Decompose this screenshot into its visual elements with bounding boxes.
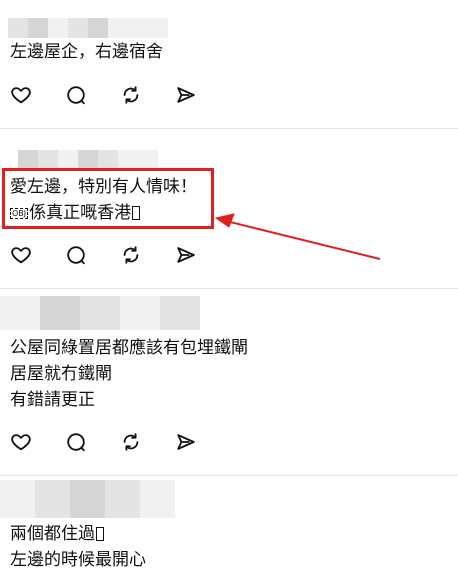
missing-glyph-box bbox=[96, 527, 104, 541]
send-icon[interactable] bbox=[174, 430, 198, 454]
repost-arrows-icon[interactable] bbox=[119, 243, 143, 267]
username-redacted bbox=[0, 480, 175, 518]
username-redacted bbox=[0, 296, 200, 330]
username-redacted bbox=[18, 150, 158, 170]
heart-icon[interactable] bbox=[9, 83, 33, 107]
post-actions bbox=[9, 241, 198, 269]
send-icon[interactable] bbox=[174, 83, 198, 107]
post-divider bbox=[0, 128, 458, 129]
heart-icon[interactable] bbox=[9, 243, 33, 267]
missing-glyph-box bbox=[132, 206, 141, 220]
repost-arrows-icon[interactable] bbox=[119, 430, 143, 454]
heart-icon[interactable] bbox=[9, 430, 33, 454]
post-text-line: 兩個都住過 bbox=[10, 524, 104, 544]
post-text-line: 左邊屋企，右邊宿舍 bbox=[10, 42, 163, 62]
post-actions bbox=[9, 428, 198, 456]
speech-bubble-icon[interactable] bbox=[64, 430, 88, 454]
post-text-line: 居屋就冇鐵閘 bbox=[10, 364, 112, 384]
post-text-line: 有錯請更正 bbox=[10, 390, 95, 410]
object-replacement-glyph: OBJ bbox=[10, 208, 29, 219]
speech-bubble-icon[interactable] bbox=[64, 243, 88, 267]
send-icon[interactable] bbox=[174, 243, 198, 267]
speech-bubble-icon[interactable] bbox=[64, 83, 88, 107]
post-text-line: OBJ 係真正嘅香港 bbox=[10, 203, 141, 223]
post-text-line: 公屋同綠置居都應該有包埋鐵閘 bbox=[10, 338, 248, 358]
repost-arrows-icon[interactable] bbox=[119, 83, 143, 107]
post-text-line: 左邊的時候最開心 bbox=[10, 550, 146, 570]
post-text-line: 愛左邊，特別有人情味！ bbox=[10, 177, 197, 197]
post-text-content: 係真正嘅香港 bbox=[29, 203, 132, 223]
thread-replies-screen: 左邊屋企，右邊宿舍 愛左邊，特別有人情味！ OBJ 係真正嘅香港 公屋同綠置居都… bbox=[0, 0, 458, 576]
username-redacted bbox=[8, 18, 168, 38]
post-actions bbox=[9, 81, 198, 109]
post-divider bbox=[0, 475, 458, 476]
post-text-content: 兩個都住過 bbox=[10, 524, 95, 544]
post-divider bbox=[0, 288, 458, 289]
